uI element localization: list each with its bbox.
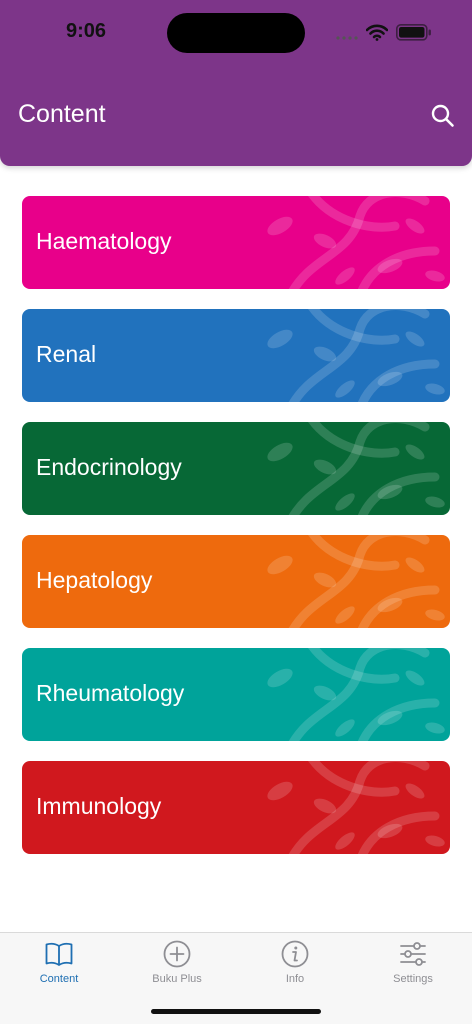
app-header: 9:06 Content [0, 0, 472, 166]
leaf-pattern-icon [267, 535, 445, 628]
plus-circle-icon [163, 940, 191, 968]
category-label: Endocrinology [36, 454, 182, 480]
category-label: Hepatology [36, 567, 153, 593]
category-label: Renal [36, 341, 97, 367]
leaf-pattern-icon [267, 648, 445, 741]
wifi-icon [366, 24, 388, 41]
category-card-haematology[interactable]: Haematology [22, 196, 450, 289]
category-card-immunology[interactable]: Immunology [22, 761, 450, 854]
tab-label-buku-plus: Buku Plus [152, 973, 202, 985]
cellular-signal-icon [336, 36, 358, 40]
category-card-rheumatology[interactable]: Rheumatology [22, 648, 450, 741]
category-card-hepatology[interactable]: Hepatology [22, 535, 450, 628]
category-label: Haematology [36, 228, 172, 254]
category-list: Haematology Renal Endocrinology Hepatology R… [22, 196, 450, 874]
home-indicator [151, 1009, 321, 1014]
sliders-icon [400, 942, 426, 966]
tab-content[interactable]: Content [0, 939, 118, 993]
leaf-pattern-icon [267, 309, 445, 402]
leaf-pattern-icon [267, 761, 445, 854]
book-icon [45, 942, 73, 966]
status-time: 9:06 [66, 20, 107, 42]
search-icon [431, 104, 454, 127]
tab-label-settings: Settings [393, 973, 433, 985]
info-icon [281, 940, 309, 968]
tab-label-info: Info [285, 973, 305, 985]
tab-settings[interactable]: Settings [354, 939, 472, 993]
dynamic-island [167, 13, 305, 53]
category-card-endocrinology[interactable]: Endocrinology [22, 422, 450, 515]
app-screen: 9:06 Content Haematology Renal Endocrino… [0, 0, 472, 1024]
page-title: Content [18, 100, 106, 128]
tab-label-content: Content [39, 973, 79, 985]
leaf-pattern-icon [267, 196, 445, 289]
leaf-pattern-icon [267, 422, 445, 515]
battery-icon [396, 24, 431, 41]
category-label: Immunology [36, 793, 162, 819]
tab-buku-plus[interactable]: Buku Plus [118, 939, 236, 993]
tab-info[interactable]: Info [236, 939, 354, 993]
category-card-renal[interactable]: Renal [22, 309, 450, 402]
category-label: Rheumatology [36, 680, 185, 706]
search-button[interactable] [430, 103, 456, 129]
